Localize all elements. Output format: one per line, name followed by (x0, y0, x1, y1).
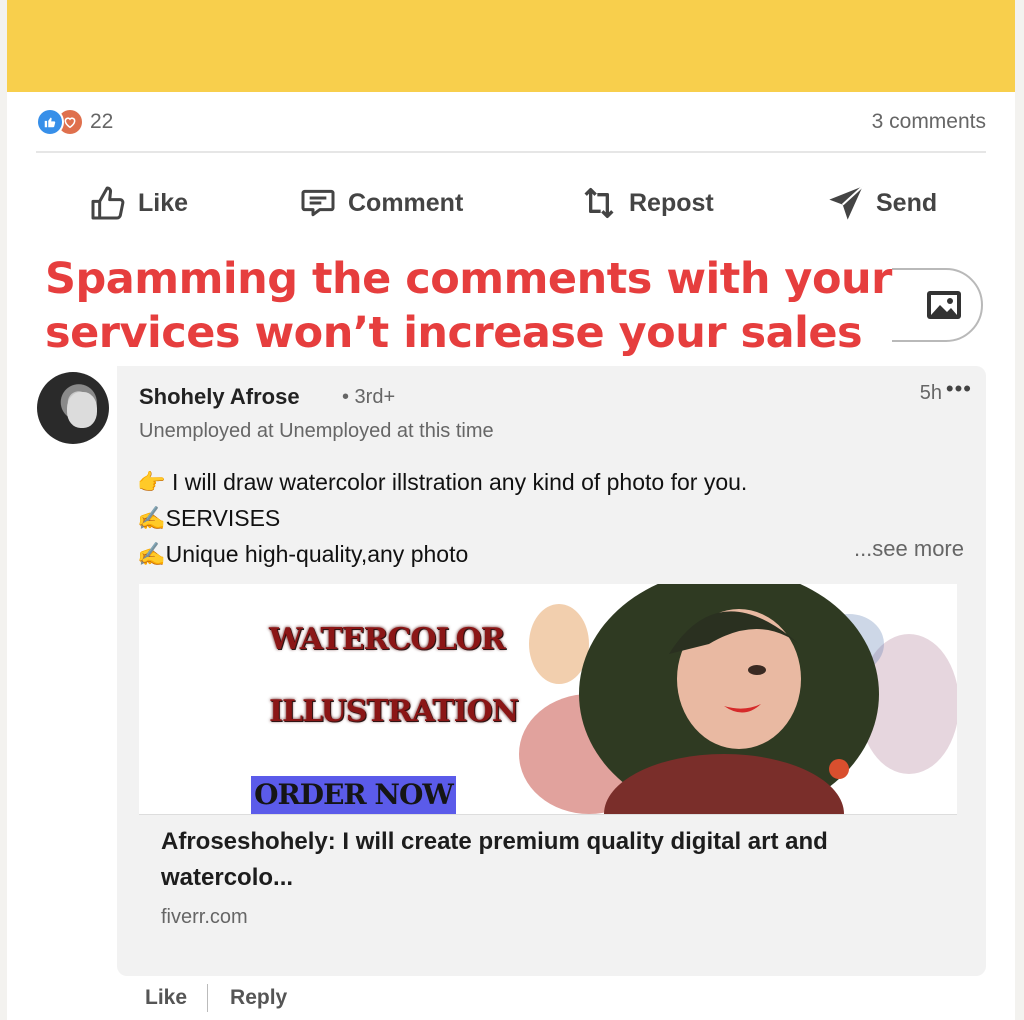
comment-line: ✍️Unique high-quality,any photo (137, 541, 469, 567)
comment-line: ✍️SERVISES (137, 505, 281, 531)
promo-text-watercolor: WATERCOLOR (269, 622, 506, 657)
commenter-avatar[interactable] (37, 372, 109, 444)
link-preview-title[interactable]: Afroseshohely: I will create premium qua… (161, 824, 921, 896)
commenter-headline: Unemployed at Unemployed at this time (139, 420, 494, 442)
watercolor-portrait-image (519, 584, 957, 814)
reaction-count[interactable]: 22 (90, 110, 113, 134)
repost-icon (584, 188, 614, 218)
comment-like-button[interactable]: Like (137, 986, 195, 1010)
more-options-icon[interactable]: ••• (946, 376, 972, 402)
comment-bubble: Shohely Afrose • 3rd+ 5h ••• Unemployed … (117, 366, 986, 976)
divider (207, 984, 209, 1012)
like-button[interactable]: Like (88, 170, 188, 236)
link-preview-image[interactable]: WATERCOLOR ILLUSTRATION ORDER NOW (139, 584, 957, 815)
like-label: Like (138, 188, 189, 217)
social-counts-bar: 22 3 comments (36, 96, 986, 153)
comment-actions: Like Reply (137, 982, 295, 1014)
comment-text: 👉 I will draw watercolor illstration any… (137, 464, 957, 572)
commenter-name[interactable]: Shohely Afrose (139, 384, 300, 410)
like-icon (36, 108, 64, 136)
comment-label: Comment (348, 188, 464, 217)
annotation-line-2: services won’t increase your sales (45, 308, 863, 358)
order-now-text: ORDER NOW (254, 778, 454, 811)
send-button[interactable]: Send (826, 170, 937, 236)
send-icon (829, 185, 864, 220)
repost-label: Repost (629, 188, 714, 217)
reaction-icons[interactable] (36, 108, 86, 136)
comment-line: 👉 I will draw watercolor illstration any… (137, 469, 748, 495)
promo-text-illustration: ILLUSTRATION (269, 694, 519, 729)
comment-icon (301, 189, 335, 217)
post-actions-bar: Like Comment Repost Send (36, 170, 986, 236)
thumbs-up-icon (91, 186, 125, 220)
repost-button[interactable]: Repost (579, 170, 714, 236)
send-label: Send (876, 188, 938, 217)
comment-reply-button[interactable]: Reply (222, 986, 295, 1010)
post-card: 22 3 comments Like Comment Repost Send S… (7, 0, 1015, 1020)
order-now-box: ORDER NOW (251, 776, 456, 814)
comments-count[interactable]: 3 comments (872, 110, 986, 134)
see-more-link[interactable]: ...see more (854, 536, 964, 562)
annotation-line-1: Spamming the comments with your (45, 254, 892, 304)
image-icon[interactable] (925, 288, 963, 322)
connection-degree: • 3rd+ (342, 386, 396, 408)
post-image-banner[interactable] (7, 0, 1015, 92)
link-preview-domain: fiverr.com (161, 906, 248, 928)
comment-button[interactable]: Comment (298, 170, 463, 236)
comment-time: 5h (919, 382, 942, 404)
